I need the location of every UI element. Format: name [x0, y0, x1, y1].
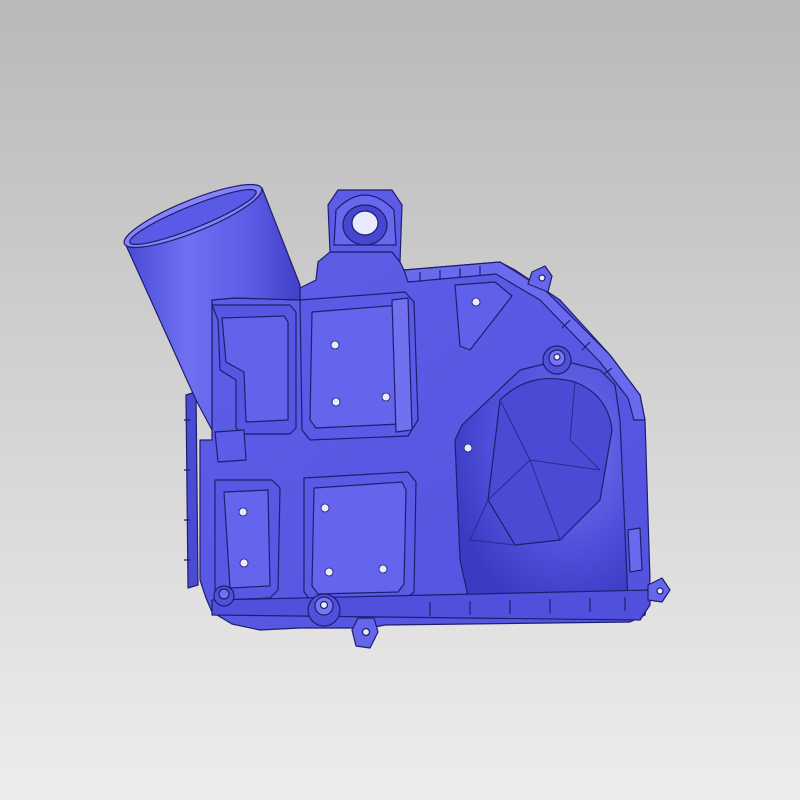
- right-bottom-tab-hole: [656, 587, 664, 595]
- cad-viewport[interactable]: [0, 0, 800, 800]
- bottom-boss: [307, 593, 341, 627]
- right-side-rib: [627, 527, 643, 573]
- upper-center-raised-strip: [391, 297, 413, 433]
- lower-center-panel-inner: [311, 481, 407, 595]
- left-upper-tab: [214, 429, 247, 463]
- model-view[interactable]: [0, 0, 800, 800]
- left-lower-boss: [213, 585, 235, 607]
- right-top-tab-hole: [538, 274, 546, 282]
- lower-left-panel-inner: [223, 489, 271, 589]
- bottom-tab-hole: [361, 627, 371, 637]
- left-side-wall: [185, 391, 199, 589]
- bracket-hole-inner: [351, 210, 379, 236]
- right-boss: [542, 345, 572, 375]
